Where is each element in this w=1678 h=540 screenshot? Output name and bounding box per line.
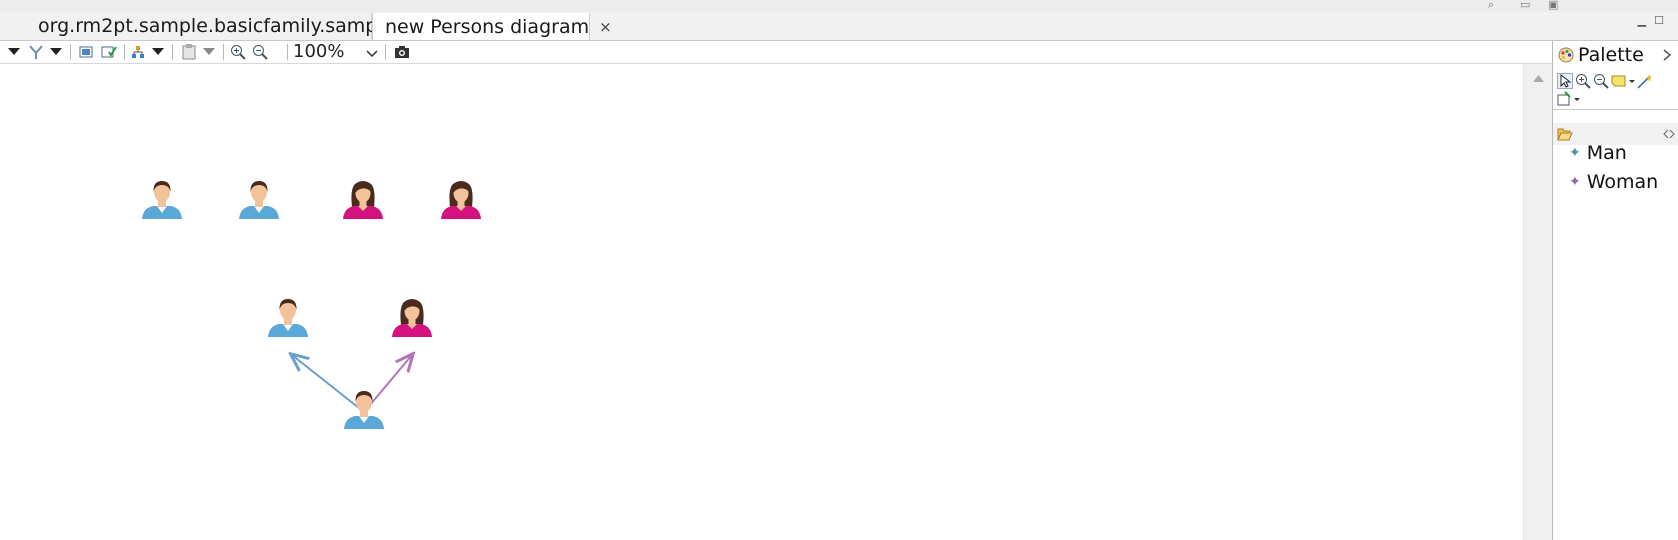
palette-panel: Palette ✦ Man ✦ Woman — [1552, 41, 1678, 540]
palette-header: Palette — [1553, 41, 1678, 69]
woman-icon — [441, 181, 481, 219]
palette-title: Palette — [1578, 44, 1644, 66]
window-controls: ▁☐ — [1638, 14, 1672, 27]
refresh-diagram-icon[interactable] — [79, 44, 93, 60]
woman-node[interactable] — [391, 295, 433, 337]
tab-model-file[interactable]: org.rm2pt.sample.basicfamily.samp... — [26, 13, 395, 39]
minimize-icon[interactable]: ▁ — [1638, 14, 1654, 27]
man-icon — [344, 391, 384, 429]
man-icon — [142, 181, 182, 219]
perspective-active-icon[interactable]: ▣ — [1548, 0, 1558, 11]
folder-open-icon — [1557, 128, 1573, 141]
camera-icon[interactable] — [394, 44, 410, 60]
note-tool-icon[interactable] — [1611, 73, 1635, 89]
man-tool-icon: ✦ — [1569, 145, 1581, 161]
palette-icon — [1558, 47, 1574, 63]
woman-node[interactable] — [440, 177, 482, 219]
palette-entry-label: Woman — [1586, 171, 1659, 193]
layout-icon[interactable] — [131, 44, 145, 60]
toolbar-separator — [385, 44, 386, 60]
drawer-pin-icon[interactable] — [1663, 129, 1675, 139]
man-node[interactable] — [238, 177, 280, 219]
woman-node[interactable] — [342, 177, 384, 219]
tab-persons-diagram[interactable]: new Persons diagram × — [372, 13, 612, 40]
woman-icon — [392, 299, 432, 337]
chevron-down-icon[interactable] — [366, 44, 378, 63]
zoom-out-icon[interactable] — [1593, 73, 1609, 89]
dropdown-arrow-icon[interactable] — [50, 44, 62, 60]
zoom-in-icon[interactable] — [230, 44, 246, 60]
filter-icon[interactable] — [28, 44, 44, 60]
woman-tool-icon: ✦ — [1569, 174, 1581, 190]
palette-entry-man[interactable]: ✦ Man — [1569, 142, 1627, 164]
close-icon[interactable]: × — [599, 18, 612, 36]
tab-label: new Persons diagram — [385, 15, 590, 38]
diagram-canvas[interactable] — [0, 64, 1523, 540]
note-attachment-icon[interactable] — [1637, 73, 1653, 89]
zoom-in-icon[interactable] — [1575, 73, 1591, 89]
man-node[interactable] — [141, 177, 183, 219]
editor-tab-bar: org.rm2pt.sample.basicfamily.samp... new… — [0, 12, 1678, 41]
palette-entry-label: Man — [1586, 142, 1627, 164]
perspective-icon[interactable]: ▭ — [1520, 0, 1530, 11]
toolbar-separator — [172, 44, 173, 60]
palette-entry-woman[interactable]: ✦ Woman — [1569, 171, 1658, 193]
toolbar-separator — [124, 44, 125, 60]
collapse-palette-icon[interactable] — [1663, 49, 1671, 61]
scroll-up-icon[interactable] — [1533, 74, 1544, 82]
toolbar-separator — [287, 44, 288, 60]
validate-diagram-icon[interactable] — [101, 44, 117, 60]
zoom-level[interactable]: 100% — [293, 41, 344, 62]
woman-icon — [343, 181, 383, 219]
dropdown-arrow-icon[interactable] — [152, 44, 164, 60]
toolbar-separator — [223, 44, 224, 60]
add-element-icon[interactable] — [1557, 91, 1581, 107]
diagram-toolbar: 100% — [0, 41, 1552, 64]
man-node[interactable] — [343, 387, 385, 429]
select-tool-icon[interactable] — [1557, 73, 1573, 89]
vertical-scrollbar[interactable] — [1523, 64, 1552, 540]
man-icon — [268, 299, 308, 337]
dropdown-arrow-icon[interactable] — [8, 44, 20, 60]
tab-label: org.rm2pt.sample.basicfamily.samp... — [38, 15, 396, 37]
zoom-out-icon[interactable] — [252, 44, 268, 60]
paste-format-icon[interactable] — [182, 44, 196, 60]
search-icon[interactable]: ⌕ — [1488, 0, 1494, 12]
dropdown-arrow-icon[interactable] — [203, 44, 215, 60]
man-node[interactable] — [267, 295, 309, 337]
man-icon — [239, 181, 279, 219]
toolbar-separator — [70, 44, 71, 60]
maximize-icon[interactable]: ☐ — [1654, 14, 1672, 27]
connections-layer — [0, 64, 1523, 413]
palette-tools — [1553, 71, 1678, 110]
